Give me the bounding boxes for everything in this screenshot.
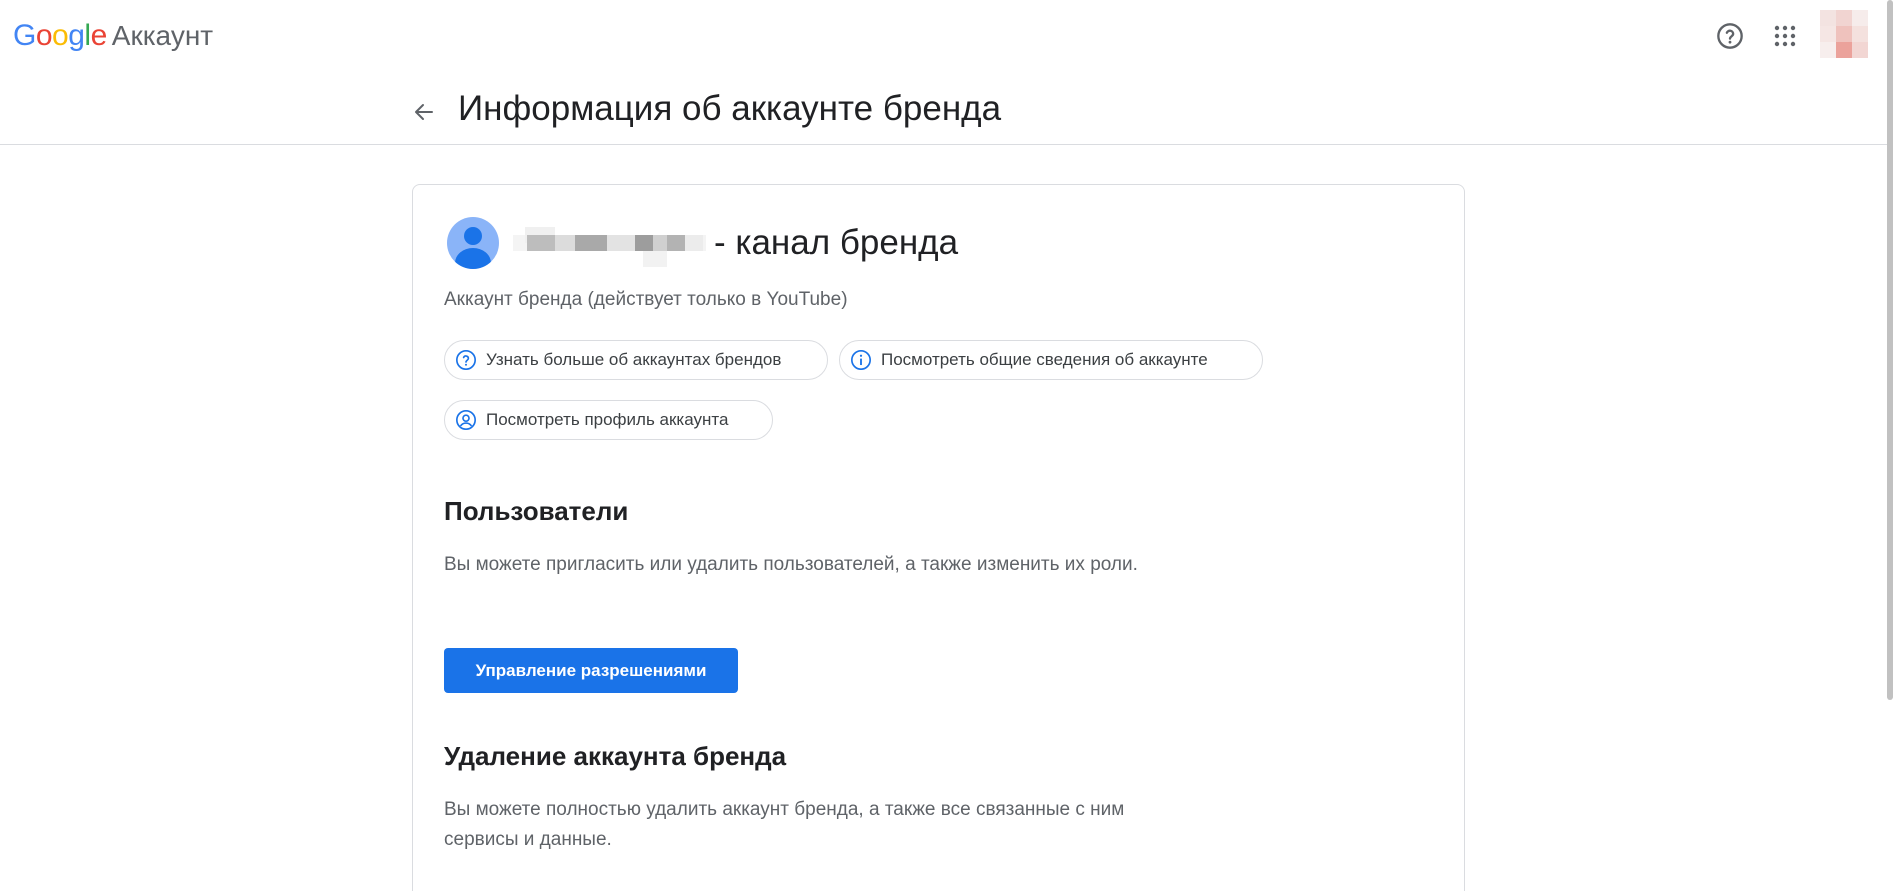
info-icon (850, 349, 872, 371)
redaction-block (643, 251, 667, 267)
account-type-text: Аккаунт бренда (действует только в YouTu… (444, 289, 848, 310)
apps-grid-icon (1774, 25, 1796, 47)
brand-heading: - канал бренда (447, 215, 958, 271)
delete-section-description: Вы можете полностью удалить аккаунт брен… (444, 799, 1125, 850)
users-section-description: Вы можете пригласить или удалить пользов… (444, 554, 1138, 575)
avatar-pixel (1820, 26, 1836, 42)
brand-avatar (447, 217, 499, 269)
avatar-pixel (1836, 26, 1852, 42)
back-button[interactable] (402, 90, 446, 134)
page-title: Информация об аккаунте бренда (458, 89, 1002, 128)
redaction-block (575, 235, 607, 251)
redaction-block (527, 235, 555, 251)
redaction-block (607, 235, 635, 251)
chip-label: Посмотреть общие сведения об аккаунте (881, 350, 1208, 369)
help-circle-icon (455, 349, 477, 371)
avatar-pixel (1836, 42, 1852, 58)
page-header: Информация об аккаунте бренда (0, 72, 1887, 145)
help-circle-icon (1717, 23, 1743, 49)
manage-permissions-button[interactable]: Управление разрешениями (444, 648, 738, 693)
brand-account-card: - канал бренда Аккаунт бренда (действует… (412, 184, 1465, 891)
brand-name-redacted (513, 223, 706, 267)
avatar-pixel (1852, 10, 1868, 26)
redaction-block (555, 235, 575, 251)
redaction-block (667, 235, 685, 251)
apps-button[interactable] (1765, 16, 1805, 56)
chip-label: Узнать больше об аккаунтах брендов (486, 350, 782, 369)
account-avatar-button[interactable] (1820, 10, 1868, 58)
arrow-back-icon (415, 104, 433, 120)
logo-product-name: Аккаунт (111, 20, 214, 51)
avatar-pixel (1852, 42, 1868, 58)
redaction-block (653, 235, 667, 251)
help-button[interactable] (1710, 16, 1750, 56)
users-section-title: Пользователи (444, 496, 629, 526)
chip-label: Посмотреть профиль аккаунта (486, 410, 729, 429)
page-scrollbar[interactable] (1887, 0, 1893, 700)
avatar-pixel (1820, 42, 1836, 58)
avatar-pixel (1836, 10, 1852, 26)
avatar-pixel (1820, 10, 1836, 26)
google-account-logo[interactable]: Google Аккаунт (13, 18, 213, 54)
avatar-pixel (1852, 26, 1868, 42)
avatar-body-shape (455, 248, 491, 269)
delete-section-title: Удаление аккаунта бренда (444, 741, 787, 771)
google-logo-text: Google (13, 19, 107, 52)
top-bar: Google Аккаунт (0, 0, 1893, 72)
account-overview-chip[interactable]: Посмотреть общие сведения об аккаунте (839, 340, 1263, 380)
avatar-head-shape (464, 227, 482, 245)
account-circle-icon (455, 409, 477, 431)
account-profile-chip[interactable]: Посмотреть профиль аккаунта (444, 400, 773, 440)
page: Google Аккаунт Информация об аккаунте бр… (0, 0, 1893, 891)
learn-brand-accounts-chip[interactable]: Узнать больше об аккаунтах брендов (444, 340, 828, 380)
redaction-block (635, 235, 653, 251)
brand-channel-label: - канал бренда (714, 223, 959, 262)
redaction-block (685, 235, 703, 251)
